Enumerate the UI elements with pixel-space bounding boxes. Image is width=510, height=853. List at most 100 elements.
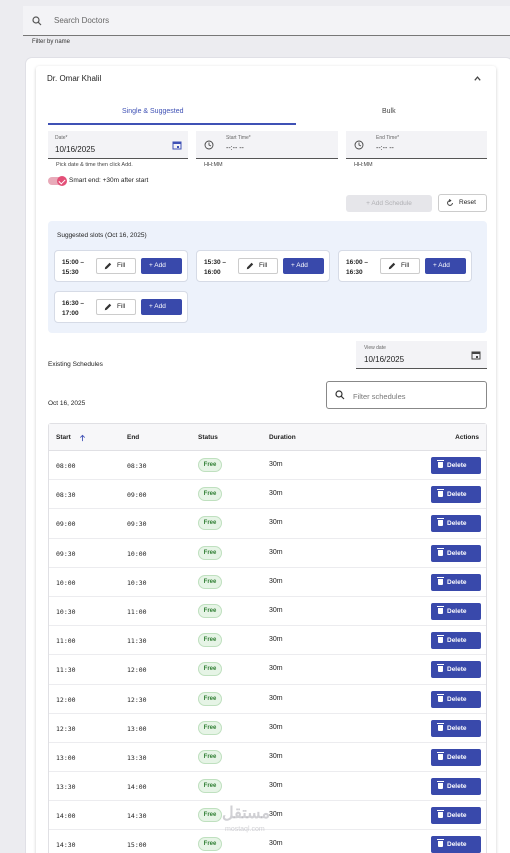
table-header: Start End Status Duration Actions [49, 424, 486, 451]
cell-start: 08:30 [56, 491, 76, 500]
trash-icon [437, 781, 444, 790]
fill-button[interactable]: Fill [380, 258, 420, 274]
status-badge: Free [198, 458, 222, 472]
delete-button[interactable]: Delete [431, 457, 481, 474]
smart-end-toggle[interactable] [48, 176, 67, 186]
delete-button[interactable]: Delete [431, 661, 481, 679]
filter-placeholder: Filter schedules [353, 392, 406, 401]
delete-button[interactable]: Delete [431, 486, 481, 504]
fill-button[interactable]: Fill [238, 258, 278, 274]
pencil-icon [104, 262, 112, 270]
delete-button[interactable]: Delete [431, 602, 481, 620]
tab-bulk[interactable]: Bulk [382, 108, 396, 115]
status-badge: Free [198, 691, 222, 706]
date-hint: Pick date & time then click Add. [56, 162, 133, 168]
cell-start: 14:30 [56, 841, 76, 850]
table-row: 12:00 12:30 Free 30m Delete [49, 685, 486, 714]
cell-end: 10:00 [127, 549, 147, 558]
date-value: 10/16/2025 [55, 145, 96, 154]
trash-icon [437, 722, 444, 731]
tab-single-suggested[interactable]: Single & Suggested [122, 108, 184, 115]
table-row: 08:30 09:00 Free 30m Delete [49, 480, 486, 510]
column-duration[interactable]: Duration [269, 434, 296, 441]
cell-duration: 30m [269, 840, 283, 848]
chevron-up-icon[interactable] [473, 74, 482, 83]
slot-time: 15:00 –15:30 [62, 259, 85, 276]
trash-icon [437, 839, 444, 848]
calendar-icon[interactable] [471, 350, 481, 360]
reset-button[interactable]: Reset [438, 194, 487, 212]
start-time-field[interactable]: Start Time* --:-- -- [196, 131, 338, 159]
active-tab-indicator [48, 123, 296, 125]
fill-button[interactable]: Fill [96, 299, 136, 315]
delete-button[interactable]: Delete [431, 690, 481, 708]
delete-button[interactable]: Delete [431, 544, 481, 562]
cell-start: 09:30 [56, 549, 76, 558]
delete-label: Delete [447, 578, 467, 586]
cell-start: 10:30 [56, 607, 76, 616]
cell-end: 12:30 [127, 695, 147, 704]
cell-end: 13:30 [127, 753, 147, 762]
slot-time: 16:30 –17:00 [62, 300, 85, 317]
slot-card: 16:30 –17:00 Fill + Add [54, 291, 188, 323]
toggle-knob [57, 176, 67, 186]
cell-start: 12:00 [56, 695, 76, 704]
status-badge: Free [198, 545, 222, 560]
cell-duration: 30m [269, 606, 283, 614]
add-slot-button[interactable]: + Add [283, 258, 324, 274]
delete-button[interactable]: Delete [431, 632, 481, 650]
delete-button[interactable]: Delete [431, 719, 481, 737]
view-date-field[interactable]: View date 10/16/2025 [356, 341, 487, 369]
cell-duration: 30m [269, 723, 283, 731]
suggested-slots-title: Suggested slots (Oct 16, 2025) [57, 232, 147, 239]
trash-icon [437, 751, 444, 760]
end-time-value: --:-- -- [376, 145, 394, 152]
search-icon [335, 390, 345, 400]
schedule-date-label: Oct 16, 2025 [48, 400, 86, 407]
sort-arrow-up-icon[interactable] [79, 434, 86, 442]
search-doctors-field[interactable]: Search Doctors [23, 6, 510, 36]
add-slot-button[interactable]: + Add [425, 258, 466, 274]
column-start[interactable]: Start [56, 434, 71, 441]
slot-card: 15:00 –15:30 Fill + Add [54, 250, 188, 282]
delete-label: Delete [447, 637, 467, 645]
trash-icon [437, 693, 444, 702]
calendar-icon[interactable] [172, 140, 182, 150]
cell-start: 11:00 [56, 637, 76, 646]
end-time-field[interactable]: End Time* --:-- -- [346, 131, 487, 159]
add-schedule-button[interactable]: + Add Schedule [346, 195, 432, 212]
cell-duration: 30m [269, 636, 283, 644]
fill-button[interactable]: Fill [96, 258, 136, 274]
add-slot-button[interactable]: + Add [141, 299, 182, 315]
date-field[interactable]: Date* 10/16/2025 [48, 131, 188, 159]
status-badge: Free [198, 808, 222, 823]
table-row: 11:00 11:30 Free 30m Delete [49, 626, 486, 656]
delete-button[interactable]: Delete [431, 573, 481, 591]
column-end[interactable]: End [127, 434, 139, 441]
trash-icon [437, 460, 444, 468]
table-row: 10:00 10:30 Free 30m Delete [49, 568, 486, 597]
doctor-card: Dr. Omar Khalil Single & Suggested Bulk … [26, 58, 510, 853]
smart-end-label: Smart end: +30m after start [69, 177, 149, 184]
delete-button[interactable]: Delete [431, 807, 481, 825]
filter-schedules-input[interactable]: Filter schedules [326, 381, 487, 409]
cell-start: 12:30 [56, 724, 76, 733]
delete-button[interactable]: Delete [431, 778, 481, 796]
watermark-url: mostaql.com [225, 826, 265, 833]
status-badge: Free [198, 516, 222, 531]
delete-button[interactable]: Delete [431, 748, 481, 766]
cell-duration: 30m [269, 665, 283, 673]
end-time-hint: HH:MM [354, 162, 373, 168]
cell-start: 09:00 [56, 520, 76, 529]
trash-icon [437, 605, 444, 614]
column-status[interactable]: Status [198, 434, 218, 441]
existing-schedules-title: Existing Schedules [48, 361, 103, 368]
schedules-table: Start End Status Duration Actions 08:00 0… [48, 423, 487, 853]
status-badge: Free [198, 574, 222, 589]
date-label: Date* [55, 135, 68, 141]
add-slot-button[interactable]: + Add [141, 258, 182, 274]
cell-start: 14:00 [56, 812, 76, 821]
start-time-label: Start Time* [226, 135, 251, 141]
delete-button[interactable]: Delete [431, 836, 481, 853]
delete-button[interactable]: Delete [431, 515, 481, 533]
